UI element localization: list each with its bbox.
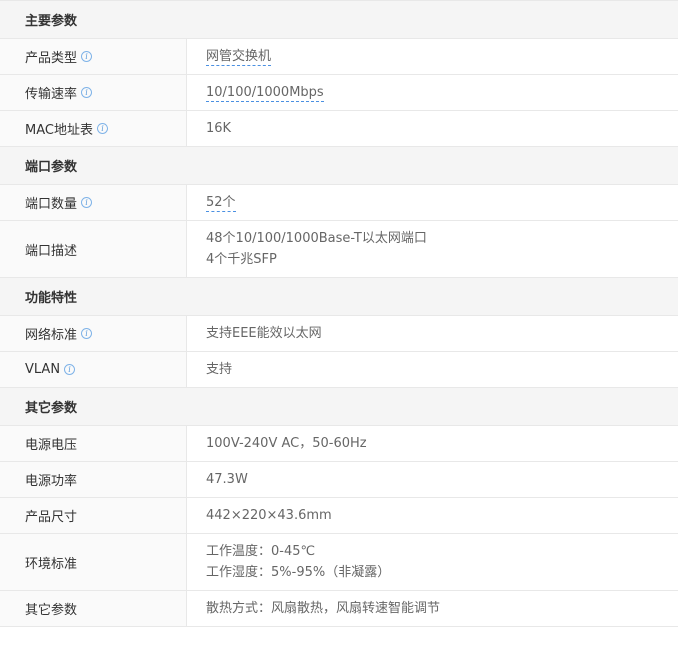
spec-label-cell: 环境标准 — [0, 534, 187, 590]
spec-value-cell: 10/100/1000Mbps — [187, 75, 678, 110]
spec-value-cell: 442×220×43.6mm — [187, 498, 678, 533]
spec-value: 支持 — [206, 362, 233, 377]
spec-value-cell: 48个10/100/1000Base-T以太网端口 4个千兆SFP — [187, 221, 678, 277]
spec-value-link[interactable]: 10/100/1000Mbps — [206, 84, 324, 102]
section-header-main-params: 主要参数 — [0, 1, 678, 39]
spec-label: 端口数量 — [25, 197, 78, 212]
spec-value-line-1: 48个10/100/1000Base-T以太网端口 — [206, 231, 427, 246]
spec-value-link[interactable]: 网管交换机 — [206, 48, 272, 66]
spec-value-cell: 网管交换机 — [187, 39, 678, 74]
spec-label: 产品尺寸 — [25, 510, 78, 525]
spec-value: 散热方式：风扇散热，风扇转速智能调节 — [206, 601, 441, 616]
spec-value: 47.3W — [206, 472, 248, 487]
spec-label: MAC地址表 — [25, 123, 93, 138]
spec-label-cell: VLAN i — [0, 352, 187, 387]
spec-row-port-description: 端口描述 48个10/100/1000Base-T以太网端口 4个千兆SFP — [0, 221, 678, 278]
spec-label: 端口描述 — [25, 243, 78, 259]
spec-row-environment: 环境标准 工作温度：0-45℃ 工作湿度：5%-95%（非凝露） — [0, 534, 678, 591]
spec-label: 产品类型 — [25, 51, 78, 66]
spec-label-cell: 端口描述 — [0, 221, 187, 277]
spec-label: 其它参数 — [25, 603, 78, 618]
spec-label: 环境标准 — [25, 556, 78, 572]
spec-label: VLAN — [25, 362, 61, 377]
spec-value-cell: 16K — [187, 111, 678, 146]
spec-row-network-standard: 网络标准 i 支持EEE能效以太网 — [0, 316, 678, 352]
spec-label: 电源功率 — [25, 474, 78, 489]
spec-label-cell: 产品尺寸 — [0, 498, 187, 533]
spec-label: 电源电压 — [25, 438, 78, 453]
spec-label-cell: 传输速率 i — [0, 75, 187, 110]
info-icon[interactable]: i — [81, 328, 93, 339]
section-header-other-params: 其它参数 — [0, 388, 678, 426]
spec-label-cell: 网络标准 i — [0, 316, 187, 351]
spec-label-cell: MAC地址表 i — [0, 111, 187, 146]
spec-row-mac-table: MAC地址表 i 16K — [0, 111, 678, 147]
spec-row-power-consumption: 电源功率 47.3W — [0, 462, 678, 498]
spec-value-link[interactable]: 52个 — [206, 194, 236, 212]
spec-label-cell: 其它参数 — [0, 591, 187, 626]
spec-value-cell: 支持 — [187, 352, 678, 387]
spec-value-cell: 散热方式：风扇散热，风扇转速智能调节 — [187, 591, 678, 626]
spec-row-other: 其它参数 散热方式：风扇散热，风扇转速智能调节 — [0, 591, 678, 627]
spec-value: 100V-240V AC，50-60Hz — [206, 436, 367, 451]
spec-row-transfer-rate: 传输速率 i 10/100/1000Mbps — [0, 75, 678, 111]
info-icon[interactable]: i — [81, 197, 93, 208]
spec-value-cell: 工作温度：0-45℃ 工作湿度：5%-95%（非凝露） — [187, 534, 678, 590]
section-header-features: 功能特性 — [0, 278, 678, 316]
spec-value-cell: 支持EEE能效以太网 — [187, 316, 678, 351]
spec-row-dimensions: 产品尺寸 442×220×43.6mm — [0, 498, 678, 534]
spec-label-cell: 电源功率 — [0, 462, 187, 497]
spec-value-line-1: 工作温度：0-45℃ — [206, 544, 316, 559]
spec-value: 支持EEE能效以太网 — [206, 326, 322, 341]
spec-row-port-count: 端口数量 i 52个 — [0, 185, 678, 221]
spec-value: 442×220×43.6mm — [206, 508, 332, 523]
spec-label: 网络标准 — [25, 328, 78, 343]
spec-row-power-voltage: 电源电压 100V-240V AC，50-60Hz — [0, 426, 678, 462]
spec-value-cell: 47.3W — [187, 462, 678, 497]
spec-value-line-2: 4个千兆SFP — [206, 252, 277, 267]
spec-label: 传输速率 — [25, 87, 78, 102]
spec-value-cell: 100V-240V AC，50-60Hz — [187, 426, 678, 461]
info-icon[interactable]: i — [81, 51, 93, 62]
spec-label-cell: 端口数量 i — [0, 185, 187, 220]
spec-value-line-2: 工作湿度：5%-95%（非凝露） — [206, 565, 391, 580]
spec-table: 主要参数 产品类型 i 网管交换机 传输速率 i 10/100/1000Mbps… — [0, 0, 678, 627]
spec-row-vlan: VLAN i 支持 — [0, 352, 678, 388]
info-icon[interactable]: i — [64, 364, 76, 375]
spec-label-cell: 电源电压 — [0, 426, 187, 461]
section-header-port-params: 端口参数 — [0, 147, 678, 185]
spec-label-cell: 产品类型 i — [0, 39, 187, 74]
spec-value: 16K — [206, 121, 232, 136]
info-icon[interactable]: i — [81, 87, 93, 98]
spec-value-cell: 52个 — [187, 185, 678, 220]
info-icon[interactable]: i — [96, 123, 108, 134]
spec-row-product-type: 产品类型 i 网管交换机 — [0, 39, 678, 75]
